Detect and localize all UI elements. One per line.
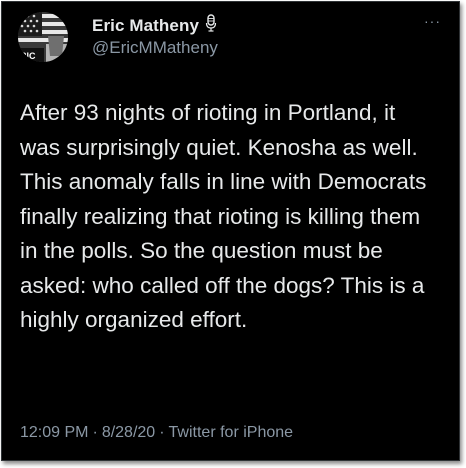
more-dots-icon[interactable]: ··· xyxy=(424,14,441,28)
meta-separator: · xyxy=(92,424,98,441)
display-name[interactable]: Eric Matheny xyxy=(92,16,199,36)
tweet-card: RIC Eric Matheny @EricMMatheny ··· After… xyxy=(1,1,460,461)
tweet-timestamp-link[interactable]: 12:09 PM · 8/28/20 xyxy=(20,424,155,441)
meta-separator: · xyxy=(159,424,165,441)
tweet-date: 8/28/20 xyxy=(101,424,156,441)
avatar[interactable]: RIC xyxy=(18,12,68,62)
author-handle[interactable]: @EricMMatheny xyxy=(92,38,218,58)
microphone-icon xyxy=(205,14,217,37)
flag-avatar-icon: RIC xyxy=(18,12,68,62)
tweet-text: After 93 nights of rioting in Portland, … xyxy=(20,100,427,332)
author-name-row: Eric Matheny xyxy=(92,14,217,37)
tweet-time: 12:09 PM xyxy=(20,424,89,441)
tweet-meta: 12:09 PM · 8/28/20 · Twitter for iPhone xyxy=(20,424,293,442)
avatar-text: RIC xyxy=(20,51,36,61)
tweet-source[interactable]: Twitter for iPhone xyxy=(169,424,294,441)
